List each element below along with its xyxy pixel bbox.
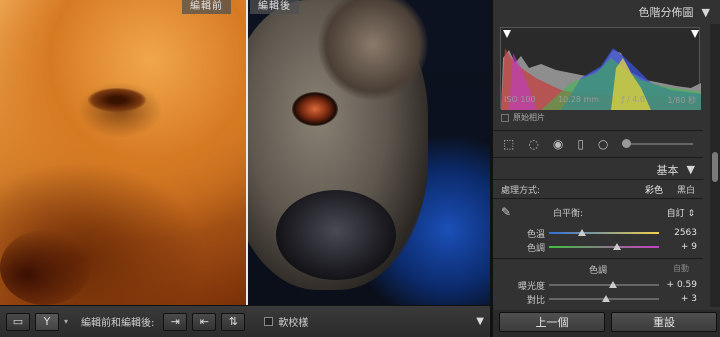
histogram-header[interactable]: 色階分佈圖 ▼ [493,0,720,24]
original-photo-label: 原始相片 [513,113,545,122]
white-balance-label: 白平衡: [553,208,584,219]
original-photo-toggle[interactable]: 原始相片 [501,112,545,123]
tint-thumb[interactable] [613,243,622,250]
white-balance-row: ✎ 白平衡: 自訂 ⇕ [493,205,703,219]
separator [493,198,703,199]
spot-removal-icon[interactable]: ◌ [528,137,538,151]
photo-canvas[interactable]: 編輯前 編輯後 [0,0,490,305]
contrast-slider-row: 對比 + 3 [493,292,703,306]
histogram-info: ISO 100 10.28 mm ƒ / 4.0 1/80 秒 [500,95,700,106]
tool-strip: ⬚ ◌ ◉ ▯ ○ [493,130,703,158]
temp-slider-row: 色溫 2563 [493,226,703,240]
contrast-label: 對比 [526,295,545,306]
before-mouth [0,230,90,305]
exposure-slider[interactable] [549,281,659,288]
swap-right-icon: ⇥ [170,315,180,328]
swap-icon: ⇅ [228,315,238,328]
soft-proof-checkbox[interactable] [264,317,274,326]
exposure-slider-row: 曝光度 + 0.59 [493,278,703,292]
tint-label: 色調 [526,243,545,254]
basic-header[interactable]: 基本 ▼ [493,160,703,180]
bottom-toolbar: ▭ Y ▾ 編輯前和編輯後: ⇥ ⇤ ⇅ 軟校樣 ▼ [0,305,490,337]
auto-tone-button[interactable]: 自動 [673,263,689,274]
loupe-view-button[interactable]: ▭ [6,312,30,331]
swap-left-icon: ⇤ [199,315,209,328]
temp-slider[interactable] [549,229,659,236]
basic-title: 基本 [656,163,679,177]
soft-proof-label: 軟校樣 [278,318,309,329]
aperture: ƒ / 4.0 [621,95,645,104]
previous-button[interactable]: 上一個 [499,312,605,332]
scrollbar-thumb[interactable] [712,152,718,182]
develop-panel: 色階分佈圖 ▼ ISO 100 10.28 mm ƒ / 4.0 1/80 秒 … [490,0,720,337]
tint-value[interactable]: + 9 [681,242,697,252]
iso-value: ISO 100 [504,95,536,104]
panel-buttons: 上一個 重設 [493,310,720,337]
exposure-thumb[interactable] [608,281,617,288]
temp-value[interactable]: 2563 [674,228,697,238]
treatment-color-option[interactable]: 彩色 [645,183,663,196]
tint-slider-row: 色調 + 9 [493,240,703,254]
collapse-histogram-icon[interactable]: ▼ [702,6,710,19]
contrast-thumb[interactable] [602,295,611,302]
panel-scrollbar[interactable] [710,24,720,307]
temp-label: 色溫 [526,229,545,240]
toolbar-menu-icon[interactable]: ▼ [476,316,484,327]
split-divider[interactable] [246,0,248,305]
histogram-title: 色階分佈圖 [638,6,694,19]
before-eye [88,88,146,112]
reset-button[interactable]: 重設 [611,312,717,332]
treatment-row: 處理方式: 彩色 黑白 [493,183,703,196]
focal-length: 10.28 mm [558,95,600,104]
collapse-basic-icon[interactable]: ▼ [687,163,695,176]
graduated-filter-icon[interactable]: ▯ [577,137,584,151]
copy-after-to-before-button[interactable]: ⇤ [192,312,217,331]
exposure-value[interactable]: + 0.59 [667,280,697,290]
after-eye [292,92,338,126]
tint-slider[interactable] [549,243,659,250]
white-balance-select[interactable]: 自訂 ⇕ [667,206,695,219]
tone-header: 色調 [588,266,607,276]
before-image [0,0,246,305]
shadow-clipping-icon [503,30,511,38]
temp-thumb[interactable] [578,229,586,236]
eyedropper-icon[interactable]: ✎ [501,205,517,219]
treatment-label: 處理方式: [501,186,541,196]
swap-before-after-button[interactable]: ⇅ [221,312,246,331]
contrast-slider[interactable] [549,295,659,302]
original-photo-checkbox[interactable] [501,113,509,122]
separator [493,258,703,259]
treatment-bw-option[interactable]: 黑白 [677,183,695,196]
red-eye-icon[interactable]: ◉ [553,137,563,151]
shutter-speed: 1/80 秒 [667,96,696,105]
copy-before-to-after-button[interactable]: ⇥ [163,312,188,331]
split-view-icon: Y [43,315,51,328]
view-mode-dropdown-icon[interactable]: ▾ [64,317,68,326]
radial-filter-icon[interactable]: ○ [598,137,608,151]
before-label: 編輯前 [182,0,231,14]
exposure-label: 曝光度 [517,281,545,292]
before-after-view-button[interactable]: Y [35,312,59,331]
adjustment-brush-slider[interactable] [622,139,693,148]
highlight-clipping-icon [691,30,699,38]
crop-tool-icon[interactable]: ⬚ [503,137,514,151]
before-after-label: 編輯前和編輯後: [81,318,155,329]
after-nose [276,190,396,280]
loupe-icon: ▭ [12,315,24,328]
after-label: 編輯後 [250,0,299,14]
contrast-value[interactable]: + 3 [681,294,697,304]
after-image [248,0,490,305]
